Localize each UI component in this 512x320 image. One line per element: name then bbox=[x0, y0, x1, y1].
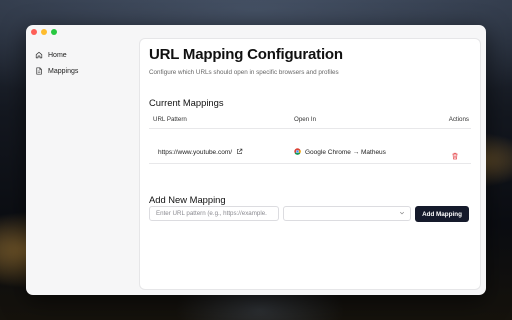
zoom-window-button[interactable] bbox=[51, 29, 57, 35]
column-header-url-pattern: URL Pattern bbox=[153, 116, 187, 123]
sidebar-item-home[interactable]: Home bbox=[35, 47, 136, 63]
close-window-button[interactable] bbox=[31, 29, 37, 35]
sidebar-item-label: Mappings bbox=[48, 67, 79, 75]
browser-profile-select[interactable] bbox=[283, 206, 411, 221]
open-in-cell: Google Chrome → Matheus bbox=[294, 148, 386, 157]
add-mapping-heading: Add New Mapping bbox=[149, 194, 226, 205]
chevron-down-icon bbox=[399, 210, 405, 218]
main-panel: URL Mapping Configuration Configure whic… bbox=[139, 38, 481, 290]
sidebar: Home Mappings bbox=[26, 47, 136, 79]
chrome-icon bbox=[294, 148, 301, 157]
window-controls bbox=[31, 29, 57, 35]
home-icon bbox=[35, 51, 43, 59]
minimize-window-button[interactable] bbox=[41, 29, 47, 35]
table-row-divider bbox=[149, 163, 471, 164]
add-mapping-button[interactable]: Add Mapping bbox=[415, 206, 469, 222]
column-header-open-in: Open In bbox=[294, 116, 317, 123]
url-pattern-input[interactable] bbox=[149, 206, 279, 221]
page-title: URL Mapping Configuration bbox=[149, 46, 343, 63]
external-link-icon[interactable] bbox=[236, 148, 243, 157]
current-mappings-heading: Current Mappings bbox=[149, 97, 224, 108]
url-pattern-cell: https://www.youtube.com/ bbox=[158, 148, 243, 157]
open-in-text: Google Chrome → Matheus bbox=[305, 149, 386, 156]
table-header-divider bbox=[149, 128, 471, 129]
column-header-actions: Actions bbox=[448, 116, 469, 123]
trash-icon bbox=[451, 147, 459, 164]
page-subtitle: Configure which URLs should open in spec… bbox=[149, 69, 339, 76]
sidebar-item-mappings[interactable]: Mappings bbox=[35, 63, 136, 79]
app-window: Home Mappings URL Mapping Configuration … bbox=[26, 25, 486, 295]
file-icon bbox=[35, 67, 43, 75]
url-pattern-text: https://www.youtube.com/ bbox=[158, 149, 233, 156]
sidebar-item-label: Home bbox=[48, 51, 67, 59]
